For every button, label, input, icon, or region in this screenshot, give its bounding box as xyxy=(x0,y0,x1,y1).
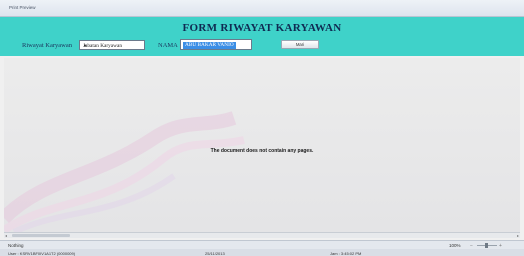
report-viewer[interactable]: The document does not contain any pages. xyxy=(4,58,520,232)
submit-button[interactable]: Mari xyxy=(281,40,319,49)
horizontal-scrollbar[interactable]: ◂ ▸ xyxy=(4,232,520,238)
form-header: FORM RIWAYAT KARYAWAN Riwayat Karyawan J… xyxy=(0,17,524,56)
info-bar: User : KSRV1BF0IV1A1T2 (0000009) 25/11/2… xyxy=(0,249,524,256)
scroll-right-icon[interactable]: ▸ xyxy=(517,233,519,238)
zoom-level: 100% xyxy=(449,243,461,248)
zoom-in-icon[interactable]: + xyxy=(499,243,502,249)
user-info: User : KSRV1BF0IV1A1T2 (0000009) xyxy=(8,250,76,256)
nama-label: NAMA xyxy=(158,42,178,49)
riwayat-karyawan-select[interactable]: Jabatan Karyawan ▼ xyxy=(79,40,145,50)
background-swirl-graphic xyxy=(4,111,245,232)
nama-input[interactable]: ABU BAKAR VANIO xyxy=(180,39,252,50)
form-title: FORM RIWAYAT KARYAWAN xyxy=(182,22,342,34)
riwayat-karyawan-label: Riwayat Karyawan xyxy=(22,42,72,49)
zoom-slider-thumb[interactable] xyxy=(485,243,488,248)
empty-document-message: The document does not contain any pages. xyxy=(210,148,314,154)
scroll-left-icon[interactable]: ◂ xyxy=(5,233,7,238)
nama-input-value: ABU BAKAR VANIO xyxy=(183,41,236,49)
title-bar: Print Preview xyxy=(0,0,524,17)
window-title: Print Preview xyxy=(9,5,36,10)
time-info: Jam : 3:45:02 PM xyxy=(330,250,362,256)
scrollbar-thumb[interactable] xyxy=(12,234,70,237)
status-bar: Nothing 100% − + xyxy=(0,240,524,249)
status-text: Nothing xyxy=(8,243,24,248)
date-info: 25/11/2013 xyxy=(205,250,225,256)
zoom-out-icon[interactable]: − xyxy=(470,243,473,249)
chevron-down-icon[interactable]: ▼ xyxy=(83,43,141,48)
